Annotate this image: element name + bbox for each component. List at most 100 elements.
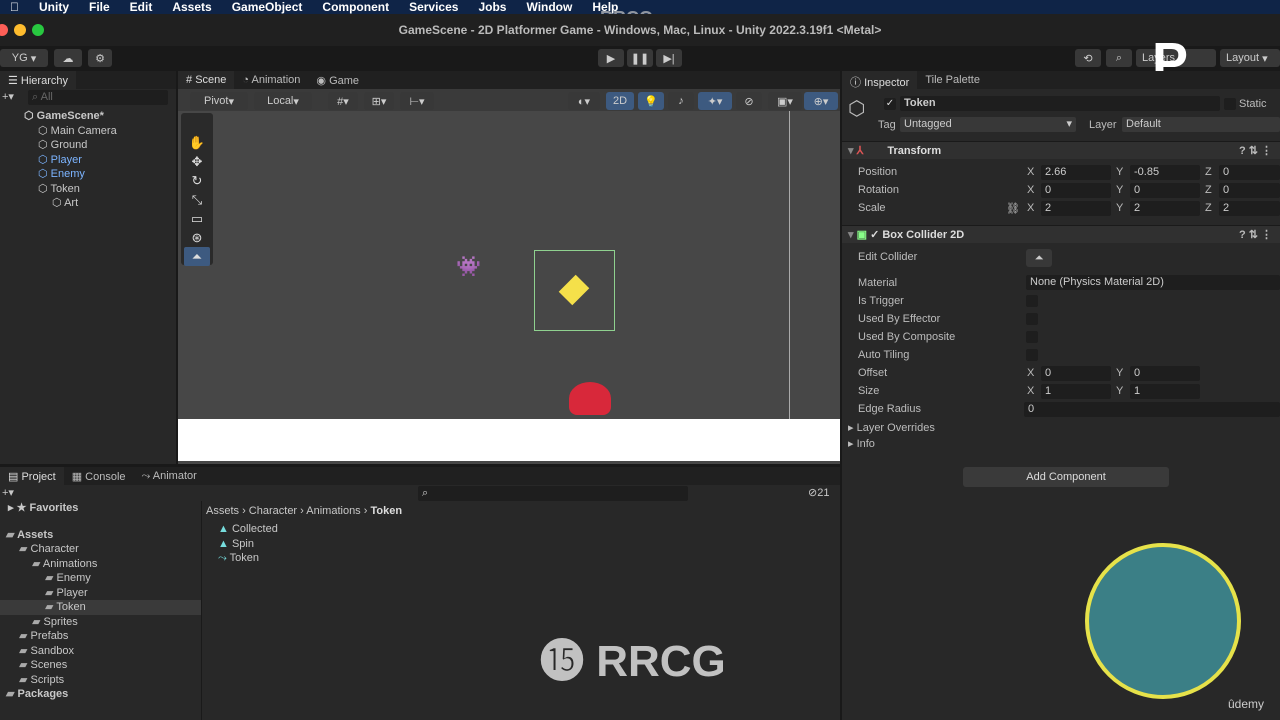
project-folder[interactable]: ▰ Sandbox xyxy=(0,644,201,659)
add-icon[interactable]: +▾ xyxy=(2,90,14,103)
menu-edit[interactable]: Edit xyxy=(130,0,153,14)
transform-header[interactable]: ▾ ⅄ Transform? ⇅ ⋮ xyxy=(842,141,1280,159)
tab-animation[interactable]: ◔ Animation xyxy=(234,71,308,89)
local-dropdown[interactable]: Local ▾ xyxy=(254,92,312,110)
apple-icon[interactable]:  xyxy=(10,0,19,14)
hierarchy-item[interactable]: ⬡ Ground xyxy=(0,138,176,153)
scale-x-input[interactable]: 2 xyxy=(1041,201,1111,216)
hierarchy-item[interactable]: ⬡ GameScene* xyxy=(0,109,176,124)
tab-console[interactable]: ▦ Console xyxy=(64,467,134,485)
play-button[interactable]: ▶ xyxy=(598,49,624,67)
favorites-item[interactable]: ▸ ★ Favorites xyxy=(0,501,201,516)
size-x-input[interactable]: 1 xyxy=(1041,384,1111,399)
offset-x-input[interactable]: 0 xyxy=(1041,366,1111,381)
gizmos-icon[interactable]: ⊕▾ xyxy=(804,92,838,110)
tab-game[interactable]: ◉ Game xyxy=(308,71,367,89)
player-sprite[interactable] xyxy=(569,382,611,415)
rect-tool-icon[interactable]: ▭ xyxy=(184,209,210,228)
transform-tool-icon[interactable]: ⊛ xyxy=(184,228,210,247)
offset-y-input[interactable]: 0 xyxy=(1130,366,1200,381)
component-menu-icons[interactable]: ? ⇅ ⋮ xyxy=(1239,226,1272,244)
asset-item[interactable]: ▲ Spin xyxy=(218,537,278,552)
camera-icon[interactable]: ▣▾ xyxy=(768,92,802,110)
box-collider-enabled-checkbox[interactable]: ✓ xyxy=(870,229,879,241)
project-search-input[interactable]: ⌕ xyxy=(418,486,688,501)
tab-scene[interactable]: # Scene xyxy=(178,71,235,89)
menu-assets[interactable]: Assets xyxy=(172,0,211,14)
draw-mode-icon[interactable]: ◐▾ xyxy=(568,92,600,110)
scale-y-input[interactable]: 2 xyxy=(1130,201,1200,216)
rotation-z-input[interactable]: 0 xyxy=(1219,183,1280,198)
static-checkbox[interactable] xyxy=(1224,98,1236,110)
hierarchy-search-input[interactable]: ⌕ All xyxy=(28,90,168,105)
2d-toggle[interactable]: 2D xyxy=(606,92,634,110)
create-icon[interactable]: +▾ xyxy=(2,486,14,499)
enemy-sprite[interactable]: 👾 xyxy=(456,254,481,279)
info-foldout[interactable]: ▸ Info xyxy=(848,437,875,450)
position-y-input[interactable]: -0.85 xyxy=(1130,165,1200,180)
menu-window[interactable]: Window xyxy=(526,0,572,14)
scale-z-input[interactable]: 2 xyxy=(1219,201,1280,216)
account-dropdown[interactable]: YG ▾ xyxy=(0,49,48,67)
is-trigger-checkbox[interactable] xyxy=(1026,295,1038,307)
menu-file[interactable]: File xyxy=(89,0,110,14)
rotation-x-input[interactable]: 0 xyxy=(1041,183,1111,198)
project-folder[interactable]: ▰ Token xyxy=(0,600,201,615)
auto-tiling-checkbox[interactable] xyxy=(1026,349,1038,361)
move-tool-icon[interactable]: ✥ xyxy=(184,152,210,171)
tab-inspector[interactable]: ⓘ Inspector xyxy=(842,71,918,89)
menu-services[interactable]: Services xyxy=(409,0,458,14)
align-icon[interactable]: ⊢▾ xyxy=(400,92,434,110)
project-folder[interactable]: ▰ Scripts xyxy=(0,673,201,688)
cloud-icon[interactable]: ☁ xyxy=(54,49,82,67)
ground-sprite[interactable] xyxy=(178,419,840,461)
grid-snap-icon[interactable]: #▾ xyxy=(328,92,358,110)
tag-dropdown[interactable]: Untagged ▾ xyxy=(900,117,1076,132)
menu-unity[interactable]: Unity xyxy=(39,0,69,14)
project-folder[interactable]: ▰ Player xyxy=(0,586,201,601)
menu-gameobject[interactable]: GameObject xyxy=(232,0,303,14)
edit-collider-tool-icon[interactable]: ⏶ xyxy=(184,247,210,266)
project-folder[interactable]: ▰ Assets xyxy=(0,528,201,543)
project-folder[interactable]: ▰ Animations xyxy=(0,557,201,572)
services-icon[interactable]: ⚙ xyxy=(88,49,112,67)
tab-hierarchy[interactable]: ☰ Hierarchy xyxy=(0,71,76,89)
hierarchy-item[interactable]: ⬡ Token xyxy=(0,182,176,197)
rotate-tool-icon[interactable]: ↻ xyxy=(184,171,210,190)
breadcrumb-item[interactable]: Character xyxy=(249,505,297,517)
active-checkbox[interactable]: ✓ xyxy=(884,98,896,110)
tab-project[interactable]: ▤ Project xyxy=(0,467,64,485)
menu-jobs[interactable]: Jobs xyxy=(478,0,506,14)
step-button[interactable]: ▶| xyxy=(656,49,682,67)
asset-item[interactable]: ⤳ Token xyxy=(218,551,278,566)
add-component-button[interactable]: Add Component xyxy=(963,467,1169,487)
component-menu-icons[interactable]: ? ⇅ ⋮ xyxy=(1239,142,1272,160)
visibility-icon[interactable]: ⊘ xyxy=(736,92,762,110)
hierarchy-item[interactable]: ⬡ Art xyxy=(0,196,176,211)
hierarchy-item[interactable]: ⬡ Player xyxy=(0,153,176,168)
lighting-icon[interactable]: 💡 xyxy=(638,92,664,110)
layout-dropdown[interactable]: Layout ▾ xyxy=(1220,49,1280,67)
hidden-packages-count[interactable]: ⊘21 xyxy=(808,486,829,499)
used-by-composite-checkbox[interactable] xyxy=(1026,331,1038,343)
project-folder[interactable]: ▰ Packages xyxy=(0,687,201,702)
menu-component[interactable]: Component xyxy=(322,0,389,14)
asset-item[interactable]: ▲ Collected xyxy=(218,522,278,537)
used-by-effector-checkbox[interactable] xyxy=(1026,313,1038,325)
increment-snap-icon[interactable]: ⊞▾ xyxy=(364,92,394,110)
size-y-input[interactable]: 1 xyxy=(1130,384,1200,399)
history-icon[interactable]: ⟲ xyxy=(1075,49,1101,67)
object-name-input[interactable]: Token xyxy=(900,96,1220,111)
breadcrumb-item[interactable]: Animations xyxy=(306,505,360,517)
hierarchy-item[interactable]: ⬡ Enemy xyxy=(0,167,176,182)
position-x-input[interactable]: 2.66 xyxy=(1041,165,1111,180)
hand-tool-icon[interactable]: ✋ xyxy=(184,133,210,152)
project-folder[interactable]: ▰ Character xyxy=(0,542,201,557)
constrain-proportions-icon[interactable]: ⛓ xyxy=(1006,202,1020,215)
breadcrumb-item[interactable]: Token xyxy=(370,505,402,517)
effects-icon[interactable]: ✦▾ xyxy=(698,92,732,110)
project-folder[interactable]: ▰ Sprites xyxy=(0,615,201,630)
scale-tool-icon[interactable]: ⤡ xyxy=(184,190,210,209)
layer-dropdown[interactable]: Default xyxy=(1122,117,1280,132)
pivot-dropdown[interactable]: Pivot ▾ xyxy=(190,92,248,110)
